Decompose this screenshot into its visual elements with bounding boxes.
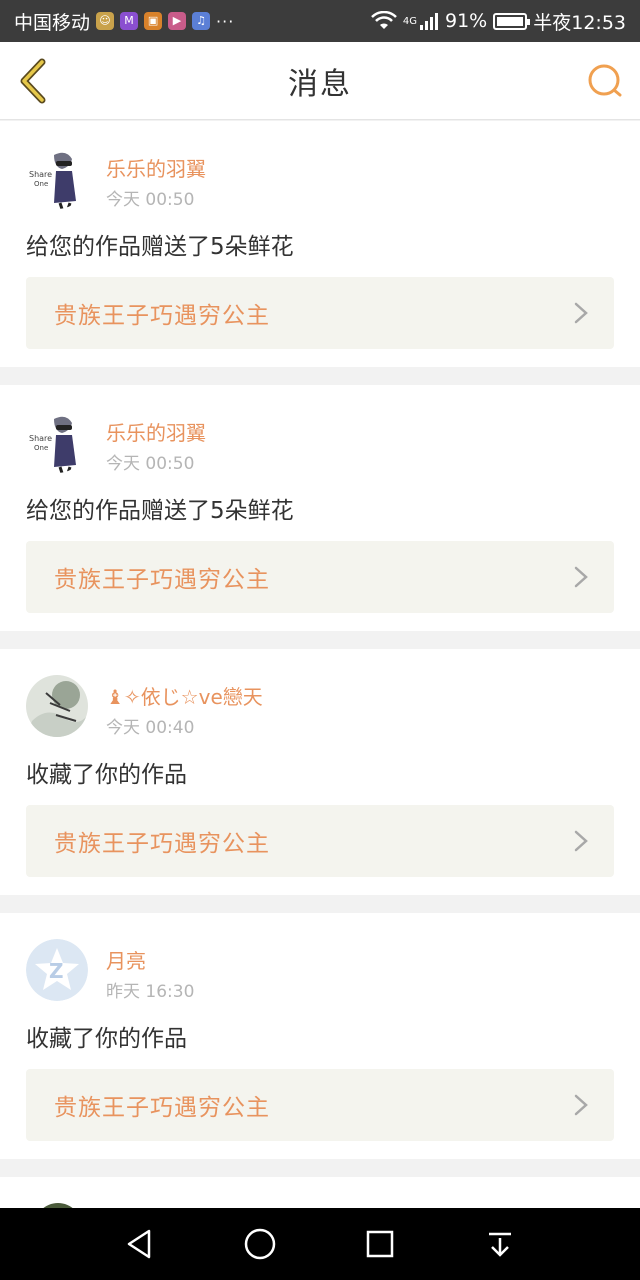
back-button[interactable] — [16, 58, 52, 104]
nav-back-button[interactable] — [120, 1224, 160, 1264]
chevron-right-icon — [574, 1094, 588, 1116]
clock: 半夜12:53 — [533, 11, 626, 34]
nav-home-button[interactable] — [240, 1224, 280, 1264]
triangle-back-icon — [127, 1229, 151, 1259]
message-action: 收藏了你的作品 — [26, 762, 187, 788]
message-card: ♝✧依じ☆ve戀天 今天 00:40 收藏了你的作品 贵族王子巧遇穷公主 — [0, 649, 640, 895]
message-card: Share One 乐乐的羽翼 今天 00:50 给您的作品赠送了5朵鲜花 贵族… — [0, 385, 640, 631]
avatar[interactable] — [26, 675, 88, 737]
nav-recent-button[interactable] — [360, 1224, 400, 1264]
message-action: 给您的作品赠送了5朵鲜花 — [26, 498, 294, 524]
message-time: 今天 00:50 — [106, 190, 195, 210]
message-time: 昨天 16:30 — [106, 982, 195, 1002]
svg-text:Share: Share — [29, 434, 52, 443]
notification-app-icon: M — [120, 12, 139, 30]
sender-name[interactable]: ♝✧依じ☆ve戀天 — [106, 681, 263, 710]
carrier-name: 中国移动 — [14, 11, 91, 34]
message-action: 给您的作品赠送了5朵鲜花 — [26, 234, 294, 260]
nav-menu-button[interactable] — [480, 1224, 520, 1264]
work-link[interactable]: 贵族王子巧遇穷公主 — [26, 805, 614, 877]
message-time: 今天 00:50 — [106, 454, 195, 474]
message-action: 收藏了你的作品 — [26, 1026, 187, 1052]
system-nav-bar — [0, 1208, 640, 1280]
message-time: 今天 00:40 — [106, 718, 195, 738]
app-header: 消息 — [0, 42, 640, 120]
message-card: Z 月亮 昨天 16:30 收藏了你的作品 贵族王子巧遇穷公主 — [0, 913, 640, 1159]
work-link[interactable]: 贵族王子巧遇穷公主 — [26, 1069, 614, 1141]
chevron-left-icon — [20, 58, 46, 104]
search-icon — [588, 64, 622, 97]
work-title: 贵族王子巧遇穷公主 — [54, 567, 270, 593]
network-type: 4G — [402, 15, 417, 27]
svg-text:Share: Share — [29, 170, 52, 179]
work-title: 贵族王子巧遇穷公主 — [54, 831, 270, 857]
work-link[interactable]: 贵族王子巧遇穷公主 — [26, 541, 614, 613]
battery-icon — [493, 12, 531, 30]
avatar[interactable]: Z — [26, 939, 88, 1001]
chevron-right-icon — [574, 302, 588, 324]
work-title: 贵族王子巧遇穷公主 — [54, 303, 270, 329]
chevron-right-icon — [574, 830, 588, 852]
message-card: Share One 乐乐的羽翼 今天 00:50 给您的作品赠送了5朵鲜花 贵族… — [0, 121, 640, 367]
svg-text:Z: Z — [49, 959, 64, 983]
notification-app-icon: ☺ — [96, 12, 115, 30]
chevron-right-icon — [574, 566, 588, 588]
svg-text:One: One — [34, 444, 48, 452]
notification-app-icon: ♫ — [192, 12, 211, 30]
dropdown-menu-icon — [489, 1232, 511, 1257]
search-button[interactable] — [586, 62, 624, 100]
circle-home-icon — [244, 1228, 276, 1260]
status-left: 中国移动 ☺ M ▣ ▶ ♫ ··· — [14, 8, 234, 35]
status-right: 4G 91% 半夜12:53 — [370, 8, 626, 35]
square-recent-icon — [366, 1230, 394, 1258]
work-title: 贵族王子巧遇穷公主 — [54, 1095, 270, 1121]
avatar[interactable]: Share One — [26, 147, 88, 209]
status-bar: 中国移动 ☺ M ▣ ▶ ♫ ··· 4G 91% 半夜12:53 — [0, 0, 640, 42]
sender-name[interactable]: 乐乐的羽翼 — [106, 153, 206, 182]
signal-icon — [420, 13, 438, 30]
avatar[interactable]: Share One — [26, 411, 88, 473]
sender-name[interactable]: 月亮 — [106, 945, 146, 974]
sender-name[interactable]: 乐乐的羽翼 — [106, 417, 206, 446]
message-list: Share One 乐乐的羽翼 今天 00:50 给您的作品赠送了5朵鲜花 贵族… — [0, 121, 640, 1251]
page-title: 消息 — [288, 66, 352, 102]
notification-app-icon: ▶ — [168, 12, 187, 30]
more-notifications-icon: ··· — [216, 11, 235, 31]
notification-app-icon: ▣ — [144, 12, 163, 30]
wifi-icon — [370, 11, 397, 29]
work-link[interactable]: 贵族王子巧遇穷公主 — [26, 277, 614, 349]
svg-text:One: One — [34, 180, 48, 188]
battery-percent: 91% — [445, 10, 488, 32]
